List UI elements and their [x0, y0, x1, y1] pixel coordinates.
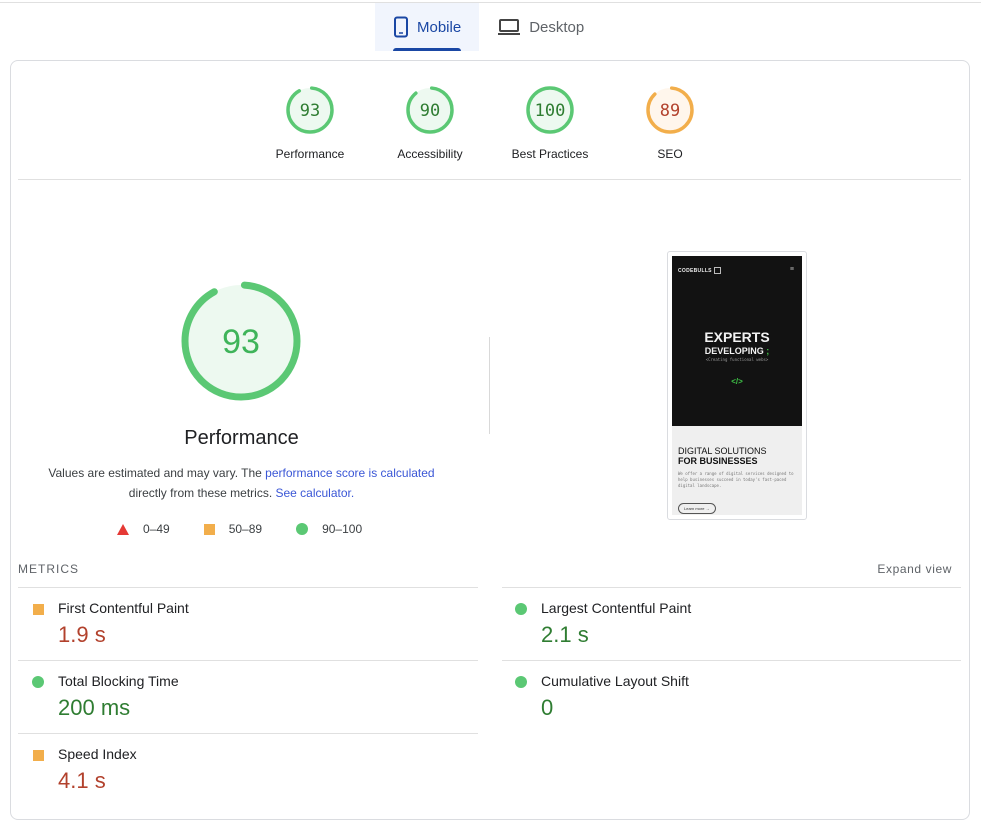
laptop-icon [497, 18, 521, 36]
circle-icon [515, 603, 527, 615]
learn-more-button: Learn more → [678, 503, 716, 514]
gauge-score: 89 [660, 101, 680, 121]
brand-logo: CODEBULLS [678, 267, 721, 274]
final-screenshot[interactable]: CODEBULLS ≡ EXPERTS DEVELOPING ; <Creati… [667, 251, 807, 520]
gauge-score: 100 [535, 101, 566, 121]
metric-cls: Cumulative Layout Shift 0 [501, 661, 961, 734]
triangle-icon [117, 523, 129, 535]
performance-big-score: 93 [222, 323, 260, 361]
performance-description: Values are estimated and may vary. The p… [0, 463, 483, 503]
score-calculated-link[interactable]: performance score is calculated [265, 466, 434, 480]
gauge-accessibility[interactable]: 90 Accessibility [370, 85, 490, 161]
gauge-score: 90 [420, 101, 440, 121]
gauges-divider [18, 179, 961, 180]
gauge-ring: 93 [286, 86, 334, 134]
tab-desktop[interactable]: Desktop [479, 3, 602, 51]
metrics-heading: METRICS [18, 562, 79, 576]
metric-value: 2.1 s [541, 622, 589, 647]
score-legend: 0–49 50–89 90–100 [117, 522, 396, 536]
metric-fcp: First Contentful Paint 1.9 s [18, 588, 478, 661]
square-icon [33, 604, 44, 615]
gauge-ring: 89 [646, 86, 694, 134]
performance-title: Performance [184, 427, 299, 449]
circle-icon [296, 523, 309, 535]
tab-mobile[interactable]: Mobile [375, 3, 480, 51]
metric-value: 0 [541, 695, 554, 720]
metric-si: Speed Index 4.1 s [18, 734, 478, 807]
metric-value: 200 ms [58, 695, 131, 720]
gauge-best-practices[interactable]: 100 Best Practices [490, 85, 610, 161]
screenshot-content: CODEBULLS ≡ EXPERTS DEVELOPING ; <Creati… [672, 256, 802, 515]
tab-desktop-label: Desktop [529, 18, 585, 36]
mobile-phone-icon [393, 16, 409, 38]
device-tabs: Mobile Desktop [375, 3, 602, 51]
desc-text: directly from these metrics. [128, 486, 276, 500]
metric-name: First Contentful Paint [58, 600, 189, 616]
metric-name: Total Blocking Time [58, 673, 179, 689]
circle-icon [32, 676, 44, 688]
desc-text: Values are estimated and may vary. The [48, 466, 266, 480]
gauge-score: 93 [300, 101, 320, 121]
code-icon: </> [731, 377, 743, 386]
gauge-seo[interactable]: 89 SEO [610, 85, 730, 161]
gauge-performance[interactable]: 93 Performance [250, 85, 370, 161]
legend-range: 0–49 [143, 522, 170, 536]
legend-average: 50–89 [203, 522, 263, 536]
circle-icon [515, 676, 527, 688]
semicolon: ; [766, 346, 770, 356]
gauge-label: Accessibility [397, 147, 463, 161]
hero-subheadline-text: DEVELOPING [704, 346, 764, 356]
hero-subheadline: DEVELOPING ; [672, 346, 802, 356]
hero-headline: EXPERTS [704, 329, 770, 345]
metric-name: Cumulative Layout Shift [541, 673, 689, 689]
section-title-line1: DIGITAL SOLUTIONS [678, 446, 767, 456]
metric-value: 4.1 s [58, 768, 106, 793]
metric-name: Speed Index [58, 746, 137, 762]
section-title-line2: FOR BUSINESSES [678, 456, 758, 466]
gauge-label: Best Practices [511, 147, 589, 161]
logo-box-icon [713, 267, 721, 274]
vertical-divider [489, 337, 490, 434]
metric-lcp: Largest Contentful Paint 2.1 s [501, 588, 961, 661]
metric-value: 1.9 s [58, 622, 106, 647]
gauge-label: SEO [657, 147, 683, 161]
hamburger-menu-icon: ≡ [789, 266, 794, 273]
screenshot-section: DIGITAL SOLUTIONS FOR BUSINESSES We offe… [672, 426, 802, 515]
gauge-ring: 90 [406, 86, 454, 134]
metric-tbt: Total Blocking Time 200 ms [18, 661, 478, 734]
metric-name: Largest Contentful Paint [541, 600, 692, 616]
legend-pass: 90–100 [296, 522, 362, 536]
gauge-label: Performance [275, 147, 345, 161]
gauge-ring: 100 [526, 86, 574, 134]
legend-range: 90–100 [322, 522, 363, 536]
hero-tagline: <Creating functional webs> [705, 357, 769, 362]
section-text: We offer a range of digital services des… [678, 471, 794, 488]
square-icon [33, 750, 44, 761]
legend-fail: 0–49 [117, 522, 170, 536]
expand-view-button[interactable]: Expand view [877, 562, 952, 576]
brand-name: CODEBULLS [678, 267, 712, 274]
tab-mobile-label: Mobile [417, 18, 462, 36]
square-icon [203, 523, 215, 535]
performance-big-gauge: 93 [181, 281, 301, 401]
category-gauges: 93 Performance 90 Accessibility 100 Best… [250, 85, 730, 161]
legend-range: 50–89 [228, 522, 263, 536]
see-calculator-link[interactable]: See calculator. [275, 486, 354, 500]
screenshot-hero: CODEBULLS ≡ EXPERTS DEVELOPING ; <Creati… [672, 256, 802, 426]
